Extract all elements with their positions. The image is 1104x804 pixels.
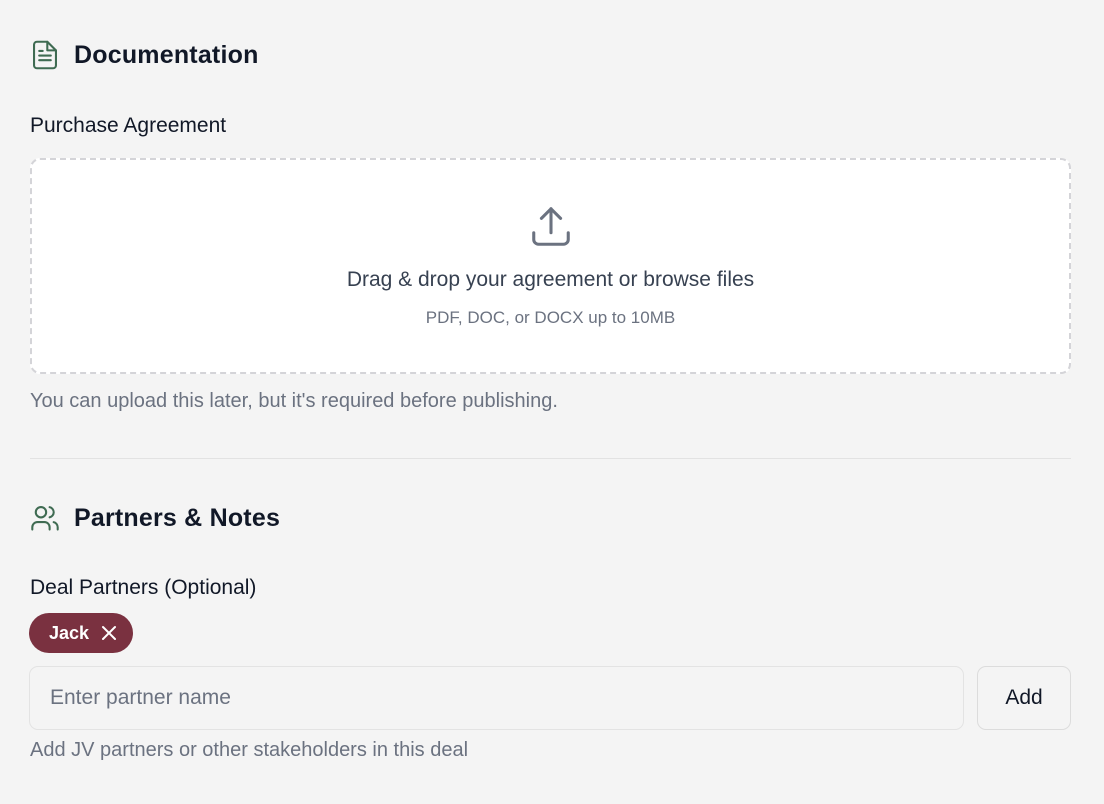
partner-chip-label: Jack (49, 622, 90, 643)
upload-helper-text: You can upload this later, but it's requ… (30, 390, 558, 412)
close-icon[interactable] (99, 623, 119, 643)
users-icon (30, 503, 60, 533)
dropzone-title: Drag & drop your agreement or browse fil… (346, 268, 755, 291)
partner-name-input[interactable] (29, 666, 964, 730)
purchase-agreement-label: Purchase Agreement (30, 114, 227, 137)
page: Documentation Purchase Agreement Drag & … (0, 0, 1104, 804)
section-divider (30, 458, 1071, 459)
partners-title: Partners & Notes (74, 503, 281, 532)
documentation-header: Documentation (30, 40, 259, 70)
partners-helper-text: Add JV partners or other stakeholders in… (30, 739, 469, 761)
agreement-dropzone[interactable]: Drag & drop your agreement or browse fil… (30, 158, 1071, 374)
partners-header: Partners & Notes (30, 503, 280, 533)
partner-chip: Jack (29, 613, 134, 653)
document-icon (30, 40, 60, 70)
deal-partners-label: Deal Partners (Optional) (30, 576, 257, 599)
upload-icon (528, 204, 574, 250)
dropzone-subtitle: PDF, DOC, or DOCX up to 10MB (425, 308, 676, 327)
documentation-title: Documentation (74, 40, 259, 69)
add-partner-button[interactable]: Add (977, 666, 1071, 730)
